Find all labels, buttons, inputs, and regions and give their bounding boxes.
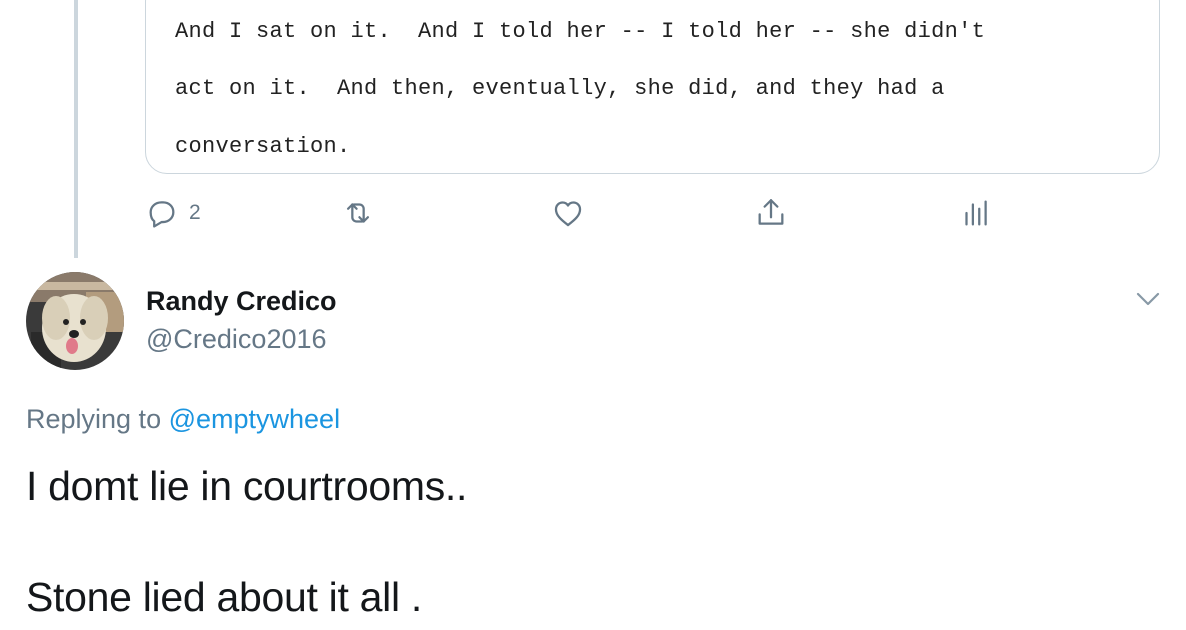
- tweet-action-bar: 2: [145, 196, 1025, 236]
- replying-prefix: Replying to: [26, 404, 169, 434]
- tweet-text: I domt lie in courtrooms.. Stone lied ab…: [26, 466, 467, 618]
- share-icon: [758, 199, 784, 225]
- retweet-button[interactable]: [341, 196, 375, 230]
- like-button[interactable]: [551, 196, 585, 230]
- reply-bubble-icon: [149, 201, 175, 228]
- tweet-text-line: I domt lie in courtrooms..: [26, 463, 468, 509]
- thread-connector-line: [74, 0, 78, 258]
- analytics-button[interactable]: [958, 196, 992, 230]
- tweet-text-line: Stone lied about it all .: [26, 574, 422, 620]
- quoted-tweet-card[interactable]: And I sat on it. And I told her -- I tol…: [145, 0, 1160, 174]
- quoted-text-line: And I sat on it. And I told her -- I tol…: [175, 19, 986, 44]
- retweet-icon: [346, 203, 370, 223]
- quoted-text-line: conversation.: [175, 134, 351, 159]
- heart-icon: [554, 201, 582, 227]
- reply-button[interactable]: 2: [145, 196, 201, 230]
- avatar[interactable]: [26, 272, 124, 370]
- replying-to-line: Replying to @emptywheel: [26, 404, 340, 435]
- quoted-text-line: act on it. And then, eventually, she did…: [175, 76, 945, 101]
- share-button[interactable]: [754, 196, 788, 230]
- chevron-down-icon[interactable]: [1134, 288, 1162, 310]
- mention-link[interactable]: @emptywheel: [169, 404, 340, 434]
- author-handle[interactable]: @Credico2016: [146, 324, 327, 355]
- analytics-icon: [965, 200, 987, 226]
- author-name[interactable]: Randy Credico: [146, 286, 337, 317]
- reply-count: 2: [189, 201, 201, 224]
